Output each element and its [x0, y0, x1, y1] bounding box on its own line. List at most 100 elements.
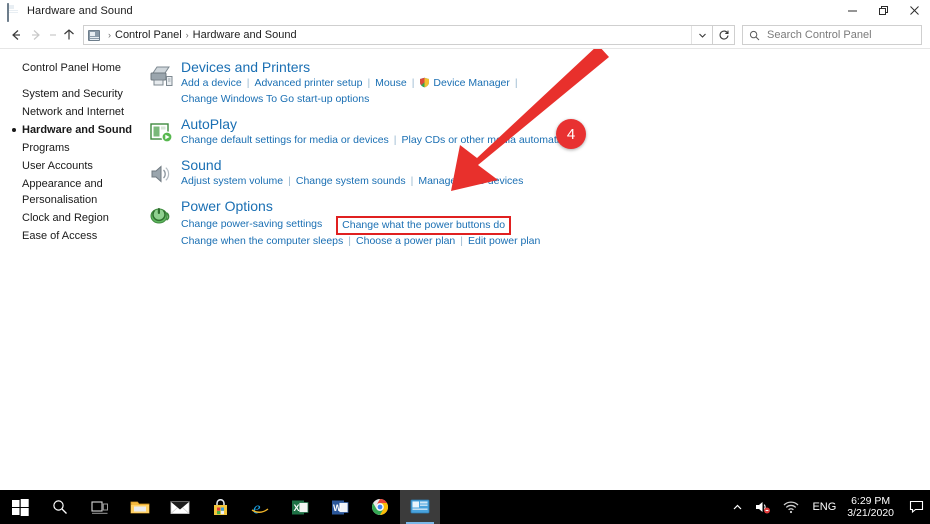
chevron-down-icon[interactable] [691, 26, 712, 44]
control-panel-button[interactable] [400, 490, 440, 524]
link-change-power-saving-settings[interactable]: Change power-saving settings [181, 218, 322, 230]
word-button[interactable]: W [320, 490, 360, 524]
sidebar-item-label: Network and Internet [22, 106, 125, 118]
sidebar-item-label: Ease of Access [22, 230, 98, 242]
sidebar-item-network-and-internet[interactable]: Network and Internet [0, 104, 146, 120]
sidebar-item-label: Programs [22, 142, 70, 154]
breadcrumb-item-control-panel[interactable]: Control Panel [115, 29, 182, 41]
action-center-button[interactable] [902, 490, 930, 524]
search-input[interactable] [765, 28, 909, 42]
link-separator: | [246, 77, 250, 89]
sidebar-item-user-accounts[interactable]: User Accounts [0, 158, 146, 174]
volume-icon[interactable] [749, 490, 777, 524]
category-devices-and-printers: Devices and Printers Add a device | Advanc… [146, 59, 930, 106]
file-explorer-button[interactable] [120, 490, 160, 524]
link-change-system-sounds[interactable]: Change system sounds [296, 175, 406, 187]
category-link-row: Change when the computer sleeps | Choose a… [181, 234, 930, 248]
sidebar-item-label: Clock and Region [22, 212, 109, 224]
sidebar-item-label: Hardware and Sound [22, 124, 133, 136]
svg-text:W: W [333, 503, 342, 513]
sidebar-item-ease-of-access[interactable]: Ease of Access [0, 228, 146, 244]
link-edit-power-plan[interactable]: Edit power plan [468, 235, 540, 247]
title-bar: Hardware and Sound [0, 0, 930, 22]
breadcrumb-separator: › [185, 29, 189, 40]
link-separator: | [393, 134, 397, 146]
start-button[interactable] [0, 490, 40, 524]
excel-button[interactable]: X [280, 490, 320, 524]
breadcrumb-separator: › [108, 29, 111, 40]
link-change-when-the-computer-sleeps[interactable]: Change when the computer sleeps [181, 235, 343, 247]
highlight-box-change-what-the-power-buttons-do: Change what the power buttons do [336, 216, 512, 235]
refresh-button[interactable] [713, 25, 735, 45]
sound-icon [146, 159, 176, 189]
taskbar: e X W ENG 6:29 PM 3/21/2020 [0, 490, 930, 524]
sidebar: Control Panel Home System and Security N… [0, 49, 146, 490]
sidebar-item-control-panel-home[interactable]: Control Panel Home [0, 60, 146, 76]
restore-button[interactable] [868, 0, 899, 21]
link-manage-audio-devices[interactable]: Manage audio devices [418, 175, 523, 187]
chrome-button[interactable] [360, 490, 400, 524]
sidebar-item-hardware-and-sound[interactable]: Hardware and Sound [0, 122, 146, 138]
link-advanced-printer-setup[interactable]: Advanced printer setup [254, 77, 362, 89]
svg-text:X: X [294, 503, 300, 513]
clock[interactable]: 6:29 PM 3/21/2020 [843, 495, 902, 519]
forward-button[interactable] [26, 25, 46, 45]
window-title: Hardware and Sound [27, 4, 133, 17]
close-button[interactable] [899, 0, 930, 21]
uac-shield-icon [419, 77, 430, 92]
link-change-what-the-power-buttons-do[interactable]: Change what the power buttons do [342, 219, 505, 231]
system-tray: ENG 6:29 PM 3/21/2020 [726, 490, 930, 524]
sidebar-item-clock-and-region[interactable]: Clock and Region [0, 210, 146, 226]
current-item-bullet-icon [12, 128, 16, 132]
link-device-manager[interactable]: Device Manager [433, 77, 509, 89]
sidebar-item-label: User Accounts [22, 160, 93, 172]
category-title[interactable]: AutoPlay [181, 116, 930, 132]
up-button[interactable] [59, 25, 79, 45]
window-body: Control Panel Home System and Security N… [0, 49, 930, 490]
microsoft-store-button[interactable] [200, 490, 240, 524]
category-link-row: Change Windows To Go start-up options [181, 92, 930, 106]
search-box[interactable] [742, 25, 922, 45]
link-choose-a-power-plan[interactable]: Choose a power plan [356, 235, 455, 247]
network-icon[interactable] [777, 490, 805, 524]
category-title[interactable]: Power Options [181, 198, 930, 214]
sidebar-item-label: Appearance and Personalisation [22, 178, 103, 206]
language-indicator[interactable]: ENG [805, 501, 843, 513]
link-separator [327, 218, 330, 230]
clock-time: 6:29 PM [851, 495, 891, 507]
control-panel-icon [7, 3, 20, 22]
link-change-windows-to-go-start-up-options[interactable]: Change Windows To Go start-up options [181, 93, 369, 105]
power-options-icon [146, 200, 176, 230]
mail-button[interactable] [160, 490, 200, 524]
sidebar-item-programs[interactable]: Programs [0, 140, 146, 156]
category-title[interactable]: Sound [181, 157, 930, 173]
breadcrumb-control-panel-icon [88, 29, 100, 41]
category-links: Change default settings for media or dev… [181, 133, 930, 147]
link-add-a-device[interactable]: Add a device [181, 77, 242, 89]
sidebar-item-system-and-security[interactable]: System and Security [0, 86, 146, 102]
show-hidden-icons-button[interactable] [726, 490, 749, 524]
search-button[interactable] [40, 490, 80, 524]
breadcrumb-item-hardware-and-sound[interactable]: Hardware and Sound [193, 29, 297, 41]
category-title[interactable]: Devices and Printers [181, 59, 930, 75]
minimize-button[interactable] [837, 0, 868, 21]
category-power-options: Power Options Change power-saving settin… [146, 198, 930, 248]
internet-explorer-button[interactable]: e [240, 490, 280, 524]
category-links: Adjust system volume | Change system sound… [181, 174, 930, 188]
category-link-row: Add a device | Advanced printer setup | Mous… [181, 76, 930, 92]
category-sound: Sound Adjust system volume | Change system… [146, 157, 930, 188]
link-play-cds-or-other-media-automatically[interactable]: Play CDs or other media automatically [402, 134, 581, 146]
link-separator: | [367, 77, 371, 89]
task-view-button[interactable] [80, 490, 120, 524]
link-adjust-system-volume[interactable]: Adjust system volume [181, 175, 283, 187]
breadcrumb[interactable]: › Control Panel › Hardware and Sound [83, 25, 713, 45]
back-button[interactable] [6, 25, 26, 45]
category-link-row: Change power-saving settings Change what… [181, 215, 930, 235]
recent-locations-button[interactable] [46, 25, 59, 45]
link-separator: | [410, 175, 414, 187]
autoplay-icon [146, 118, 176, 148]
clock-date: 3/21/2020 [847, 507, 894, 519]
sidebar-item-appearance-and-personalisation[interactable]: Appearance and Personalisation [0, 176, 146, 208]
link-mouse[interactable]: Mouse [375, 77, 407, 89]
link-change-default-settings-for-media-or-devices[interactable]: Change default settings for media or dev… [181, 134, 389, 146]
